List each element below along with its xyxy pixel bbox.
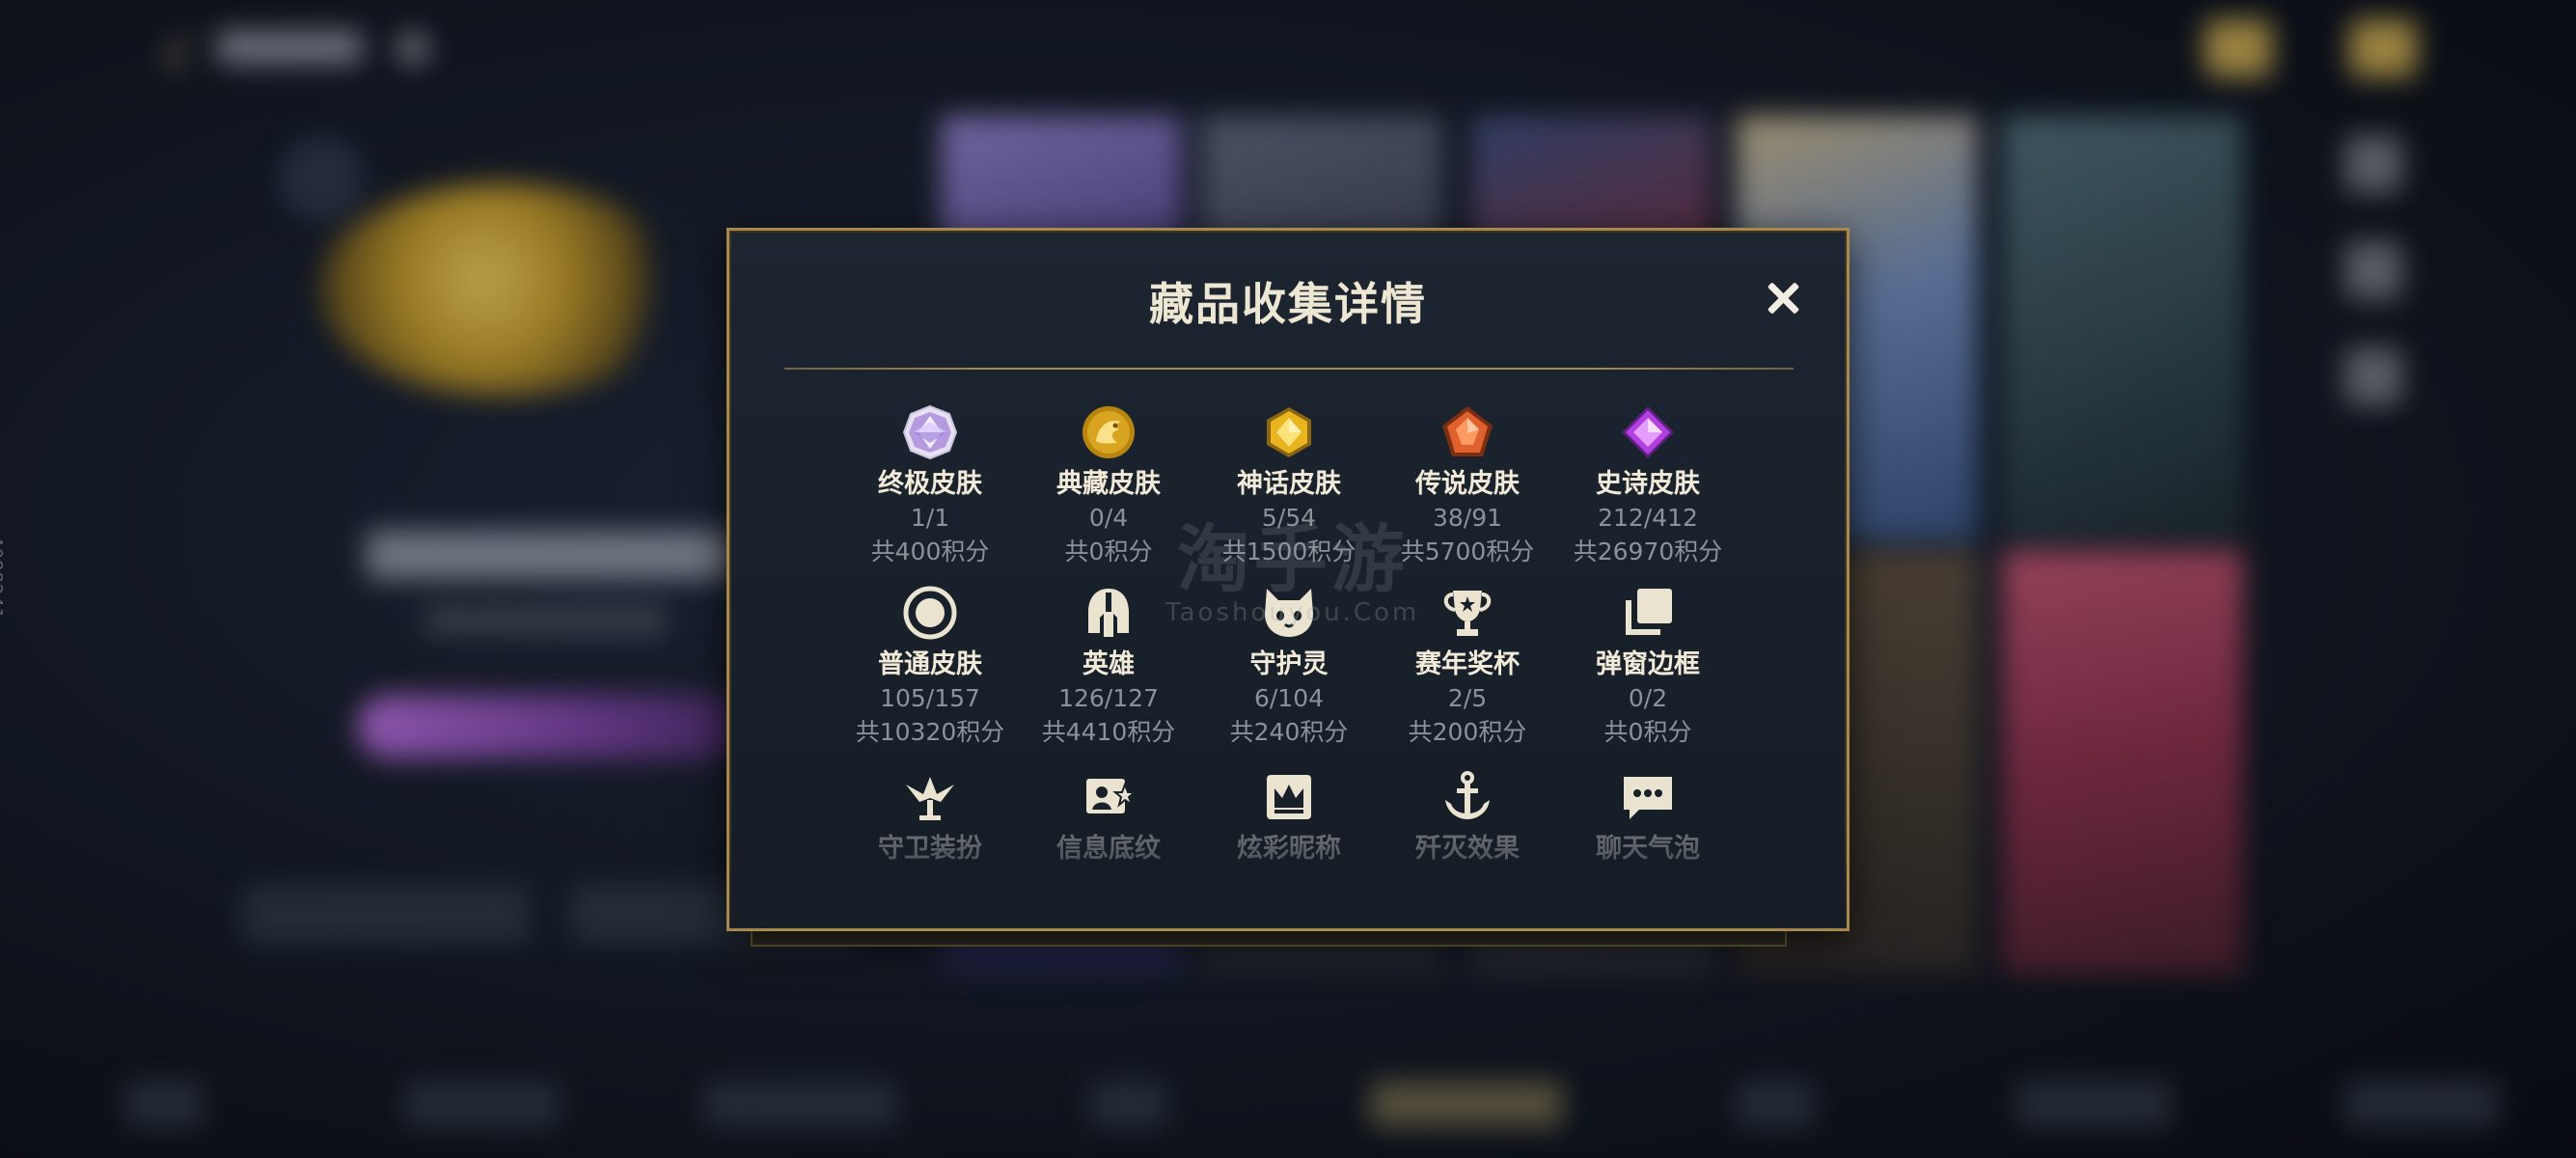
item-count: 126/127	[1058, 684, 1159, 712]
item-points: 共240积分	[1229, 718, 1349, 746]
collection-item-legendary-skin[interactable]: 传说皮肤 38/91 共5700积分	[1381, 404, 1554, 568]
top-right-icon	[2349, 19, 2417, 77]
collection-item-epic-skin[interactable]: 史诗皮肤 212/412 共26970积分	[1561, 404, 1735, 568]
item-points: 共10320积分	[855, 718, 1005, 746]
side-icon	[2344, 135, 2402, 193]
item-name: 歼灭效果	[1415, 834, 1520, 864]
collection-item-finisher[interactable]: 歼灭效果	[1381, 769, 1554, 866]
close-button[interactable]	[1762, 277, 1804, 319]
item-points: 共0积分	[1603, 718, 1692, 746]
player-name-blurred	[367, 531, 733, 579]
mythic-skin-gem-icon	[1261, 404, 1317, 460]
bottom-tab	[405, 1081, 560, 1127]
side-icon	[2344, 241, 2402, 299]
avatar	[278, 135, 365, 222]
settings-icon	[396, 31, 430, 66]
skin-card	[2002, 116, 2243, 540]
item-count: 0/2	[1628, 684, 1668, 712]
item-count: 6/104	[1253, 684, 1325, 712]
item-count: 105/157	[880, 684, 980, 712]
item-count: 212/412	[1598, 504, 1698, 532]
item-name: 弹窗边框	[1596, 649, 1700, 679]
bottom-tab	[2016, 1081, 2171, 1127]
collection-item-nickname-color[interactable]: 炫彩昵称	[1202, 769, 1376, 866]
bottom-tab-active	[1370, 1081, 1563, 1127]
bottom-tab	[704, 1081, 897, 1127]
player-subtitle-blurred	[425, 608, 666, 633]
item-points: 共400积分	[870, 538, 990, 565]
collection-pill-blurred	[357, 695, 743, 758]
collection-item-chat-bubble[interactable]: 聊天气泡	[1561, 769, 1735, 866]
dialog-title: 藏品收集详情	[1149, 278, 1427, 330]
bottom-tab	[1090, 1081, 1167, 1127]
screen: 4088241 藏品收集详情 终极皮肤 1/1 共400积分 典藏皮肤 0/4 …	[0, 0, 2576, 1158]
collection-item-champion[interactable]: 英雄 126/127 共4410积分	[1022, 585, 1195, 749]
bottom-tab	[2344, 1081, 2499, 1127]
modal-base-shadow	[751, 931, 1787, 947]
rank-emblem	[318, 183, 685, 396]
champion-helmet-icon	[1081, 585, 1137, 641]
trophy-icon	[1439, 585, 1495, 641]
legendary-skin-gem-icon	[1439, 404, 1495, 460]
profile-banner-icon	[1081, 769, 1137, 825]
normal-skin-ring-icon	[902, 585, 958, 641]
collection-item-prestige-skin[interactable]: 典藏皮肤 0/4 共0积分	[1022, 404, 1195, 568]
item-name: 炫彩昵称	[1237, 834, 1341, 864]
side-id-text: 4088241	[0, 536, 6, 620]
collection-item-mythic-skin[interactable]: 神话皮肤 5/54 共1500积分	[1202, 404, 1376, 568]
chat-bubble-icon	[1620, 769, 1676, 825]
collection-item-dialog-frame[interactable]: 弹窗边框 0/2 共0积分	[1561, 585, 1735, 749]
item-name: 神话皮肤	[1237, 469, 1341, 499]
back-label-blurred	[217, 31, 362, 64]
item-points: 共4410积分	[1041, 718, 1176, 746]
item-points: 共0积分	[1064, 538, 1153, 565]
collection-item-season-trophy[interactable]: 赛年奖杯 2/5 共200积分	[1381, 585, 1554, 749]
item-points: 共26970积分	[1573, 538, 1723, 565]
item-points: 共1500积分	[1221, 538, 1357, 565]
collection-item-profile-banner[interactable]: 信息底纹	[1022, 769, 1195, 866]
item-name: 终极皮肤	[878, 469, 982, 499]
nickname-crown-icon	[1261, 769, 1317, 825]
ward-skin-icon	[902, 769, 958, 825]
item-count: 0/4	[1088, 504, 1129, 532]
bottom-tab	[125, 1081, 203, 1127]
collection-details-dialog: 藏品收集详情 终极皮肤 1/1 共400积分 典藏皮肤 0/4 共0积分 神话皮…	[726, 228, 1850, 931]
item-name: 史诗皮肤	[1596, 469, 1700, 499]
epic-skin-gem-icon	[1620, 404, 1676, 460]
bottom-tab	[1737, 1081, 1814, 1127]
top-right-icon	[2205, 19, 2272, 77]
item-name: 信息底纹	[1056, 834, 1161, 864]
collection-item-normal-skin[interactable]: 普通皮肤 105/157 共10320积分	[843, 585, 1017, 749]
guardian-spirit-icon	[1261, 585, 1317, 641]
item-count: 2/5	[1447, 684, 1488, 712]
finisher-anchor-icon	[1439, 769, 1495, 825]
bg-button-left	[241, 883, 531, 945]
item-count: 5/54	[1261, 504, 1317, 532]
item-name: 普通皮肤	[878, 649, 982, 679]
collection-item-guardian[interactable]: 守护灵 6/104 共240积分	[1202, 585, 1376, 749]
frame-layers-icon	[1620, 585, 1676, 641]
item-name: 守卫装扮	[878, 834, 982, 864]
side-icon	[2344, 347, 2402, 405]
back-arrow-icon	[164, 35, 203, 73]
prestige-skin-dragon-icon	[1081, 404, 1137, 460]
item-name: 聊天气泡	[1596, 834, 1700, 864]
collection-item-ward-skin[interactable]: 守卫装扮	[843, 769, 1017, 866]
item-name: 守护灵	[1249, 649, 1329, 679]
item-name: 英雄	[1082, 649, 1135, 679]
item-count: 1/1	[910, 504, 950, 532]
skin-card	[2002, 550, 2243, 975]
ultimate-skin-gem-icon	[902, 404, 958, 460]
item-count: 38/91	[1432, 504, 1503, 532]
item-points: 共200积分	[1408, 718, 1527, 746]
item-points: 共5700积分	[1400, 538, 1535, 565]
item-name: 赛年奖杯	[1415, 649, 1520, 679]
title-divider	[784, 368, 1794, 370]
item-name: 典藏皮肤	[1056, 469, 1161, 499]
collection-item-ultimate-skin[interactable]: 终极皮肤 1/1 共400积分	[843, 404, 1017, 568]
item-name: 传说皮肤	[1415, 469, 1520, 499]
